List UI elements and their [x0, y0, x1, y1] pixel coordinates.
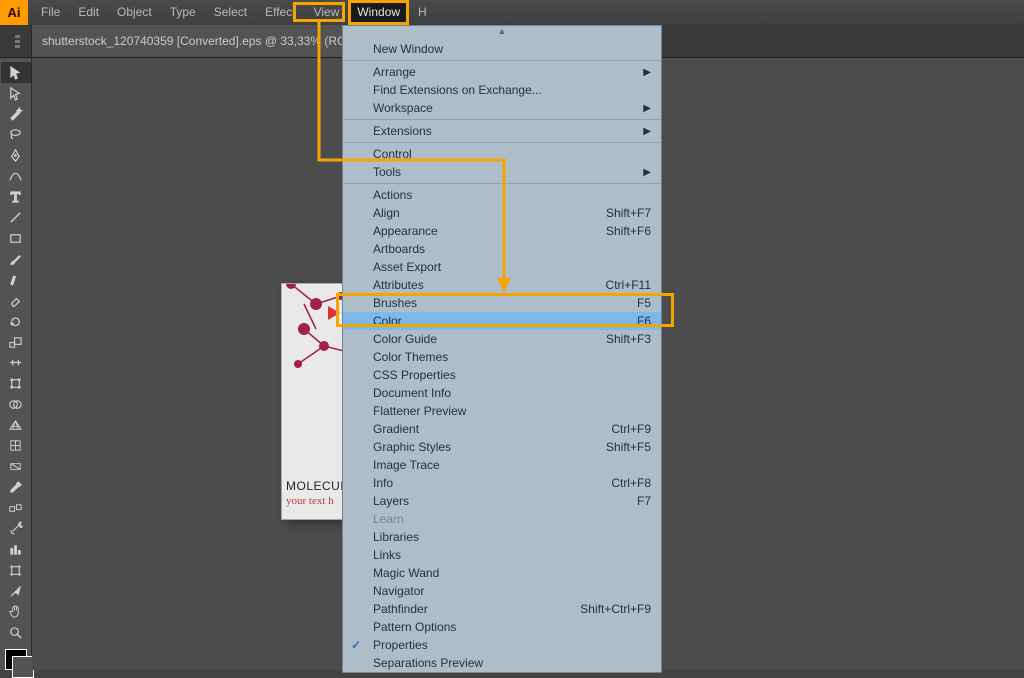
- menu-object[interactable]: Object: [108, 0, 161, 25]
- menu-item-image-trace[interactable]: Image Trace: [343, 456, 661, 474]
- artwork-subtitle: your text h: [286, 495, 334, 507]
- symbol-sprayer-tool[interactable]: [1, 519, 31, 540]
- menu-item-actions[interactable]: Actions: [343, 186, 661, 204]
- selection-tool[interactable]: [1, 62, 31, 83]
- menu-scroll-up[interactable]: ▲: [343, 26, 661, 40]
- menu-item-document-info[interactable]: Document Info: [343, 384, 661, 402]
- menu-item-separations-preview[interactable]: Separations Preview: [343, 654, 661, 672]
- menu-item-color[interactable]: ColorF6: [343, 312, 661, 330]
- menu-view[interactable]: View: [305, 0, 349, 25]
- menu-item-new-window[interactable]: New Window: [343, 40, 661, 58]
- menu-effect[interactable]: Effect: [256, 0, 304, 25]
- menu-item-brushes[interactable]: BrushesF5: [343, 294, 661, 312]
- lasso-tool[interactable]: [1, 124, 31, 145]
- menu-edit[interactable]: Edit: [69, 0, 108, 25]
- artwork-molecules: [282, 284, 344, 394]
- tools-panel: [0, 58, 32, 670]
- paintbrush-tool[interactable]: [1, 249, 31, 270]
- mesh-tool[interactable]: [1, 436, 31, 457]
- menu-file[interactable]: File: [32, 0, 69, 25]
- menu-item-workspace[interactable]: Workspace▶: [343, 99, 661, 117]
- shaper-tool[interactable]: [1, 270, 31, 291]
- menu-item-appearance[interactable]: AppearanceShift+F6: [343, 222, 661, 240]
- magic-wand-tool[interactable]: [1, 104, 31, 125]
- menu-help[interactable]: H: [409, 0, 436, 25]
- menu-item-info[interactable]: InfoCtrl+F8: [343, 474, 661, 492]
- menu-window[interactable]: Window: [348, 0, 409, 25]
- rectangle-tool[interactable]: [1, 228, 31, 249]
- menu-item-asset-export[interactable]: Asset Export: [343, 258, 661, 276]
- submenu-arrow-icon: ▶: [643, 126, 651, 137]
- menu-item-arrange[interactable]: Arrange▶: [343, 63, 661, 81]
- submenu-arrow-icon: ▶: [643, 67, 651, 78]
- zoom-tool[interactable]: [1, 622, 31, 643]
- menu-bar: Ai File Edit Object Type Select Effect V…: [0, 0, 1024, 25]
- app-icon: Ai: [0, 0, 28, 25]
- menu-item-navigator[interactable]: Navigator: [343, 582, 661, 600]
- line-segment-tool[interactable]: [1, 207, 31, 228]
- submenu-arrow-icon: ▶: [643, 167, 651, 178]
- menu-item-learn: Learn: [343, 510, 661, 528]
- menu-item-gradient[interactable]: GradientCtrl+F9: [343, 420, 661, 438]
- menu-item-layers[interactable]: LayersF7: [343, 492, 661, 510]
- menu-item-control[interactable]: Control: [343, 145, 661, 163]
- menu-item-flattener-preview[interactable]: Flattener Preview: [343, 402, 661, 420]
- eyedropper-tool[interactable]: [1, 477, 31, 498]
- gradient-tool[interactable]: [1, 456, 31, 477]
- menu-item-css-properties[interactable]: CSS Properties: [343, 366, 661, 384]
- menu-item-align[interactable]: AlignShift+F7: [343, 204, 661, 222]
- width-tool[interactable]: [1, 353, 31, 374]
- menu-item-find-extensions[interactable]: Find Extensions on Exchange...: [343, 81, 661, 99]
- menu-type[interactable]: Type: [161, 0, 205, 25]
- toolbar-handle[interactable]: [4, 25, 32, 57]
- menu-item-properties[interactable]: Properties: [343, 636, 661, 654]
- rotate-tool[interactable]: [1, 311, 31, 332]
- artboard-tool[interactable]: [1, 560, 31, 581]
- artwork-title: MOLECUL: [286, 479, 344, 493]
- menu-item-tools[interactable]: Tools▶: [343, 163, 661, 181]
- menu-item-color-themes[interactable]: Color Themes: [343, 348, 661, 366]
- menu-item-libraries[interactable]: Libraries: [343, 528, 661, 546]
- eraser-tool[interactable]: [1, 290, 31, 311]
- submenu-arrow-icon: ▶: [643, 103, 651, 114]
- free-transform-tool[interactable]: [1, 373, 31, 394]
- direct-selection-tool[interactable]: [1, 83, 31, 104]
- type-tool[interactable]: [1, 187, 31, 208]
- slice-tool[interactable]: [1, 581, 31, 602]
- menu-item-attributes[interactable]: AttributesCtrl+F11: [343, 276, 661, 294]
- window-menu-dropdown: ▲ New Window Arrange▶ Find Extensions on…: [342, 25, 662, 673]
- column-graph-tool[interactable]: [1, 539, 31, 560]
- menu-item-graphic-styles[interactable]: Graphic StylesShift+F5: [343, 438, 661, 456]
- menu-item-extensions[interactable]: Extensions▶: [343, 122, 661, 140]
- menu-item-pathfinder[interactable]: PathfinderShift+Ctrl+F9: [343, 600, 661, 618]
- scale-tool[interactable]: [1, 332, 31, 353]
- pen-tool[interactable]: [1, 145, 31, 166]
- blend-tool[interactable]: [1, 498, 31, 519]
- menu-item-magic-wand[interactable]: Magic Wand: [343, 564, 661, 582]
- fill-stroke-swatch[interactable]: [5, 649, 27, 670]
- menu-item-pattern-options[interactable]: Pattern Options: [343, 618, 661, 636]
- menu-item-artboards[interactable]: Artboards: [343, 240, 661, 258]
- shape-builder-tool[interactable]: [1, 394, 31, 415]
- hand-tool[interactable]: [1, 602, 31, 623]
- curvature-tool[interactable]: [1, 166, 31, 187]
- menu-item-color-guide[interactable]: Color GuideShift+F3: [343, 330, 661, 348]
- menu-select[interactable]: Select: [205, 0, 256, 25]
- perspective-grid-tool[interactable]: [1, 415, 31, 436]
- menu-item-links[interactable]: Links: [343, 546, 661, 564]
- red-pointer-icon: [328, 306, 340, 320]
